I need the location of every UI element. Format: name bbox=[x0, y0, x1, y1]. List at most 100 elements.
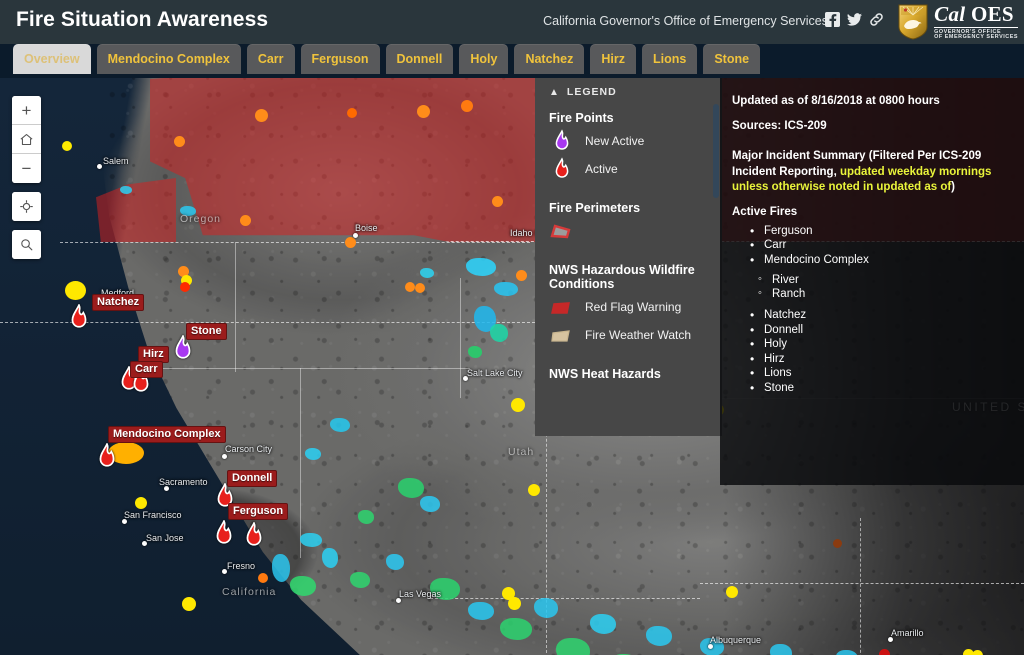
legend-item-label: Fire Weather Watch bbox=[585, 328, 691, 342]
list-item[interactable]: Ranch bbox=[758, 288, 1010, 300]
polygon-icon bbox=[549, 323, 575, 347]
mendocino-sublist: River Ranch bbox=[758, 274, 1010, 301]
tab-holy[interactable]: Holy bbox=[459, 44, 508, 74]
tab-hirz[interactable]: Hirz bbox=[590, 44, 636, 74]
city-label: Boise bbox=[355, 223, 378, 233]
city-label: Sacramento bbox=[159, 477, 208, 487]
zoom-out-button[interactable]: − bbox=[12, 154, 41, 183]
legend-item-label: Red Flag Warning bbox=[585, 300, 681, 314]
city-label: Amarillo bbox=[891, 628, 924, 638]
tab-bar: Overview Mendocino Complex Carr Ferguson… bbox=[0, 44, 1024, 78]
tab-carr[interactable]: Carr bbox=[247, 44, 295, 74]
legend-item-label: Active bbox=[585, 162, 618, 176]
list-item[interactable]: Holy bbox=[750, 338, 1010, 350]
list-item[interactable]: River bbox=[758, 274, 1010, 286]
legend-body: Fire Points New Active Active Fire Perim… bbox=[535, 111, 722, 395]
fire-icon bbox=[549, 157, 575, 181]
fire-label-natchez[interactable]: Natchez bbox=[92, 294, 144, 311]
list-item[interactable]: Stone bbox=[750, 382, 1010, 394]
state-label: California bbox=[222, 586, 276, 598]
legend-title: LEGEND bbox=[567, 86, 617, 98]
search-button[interactable] bbox=[12, 230, 41, 259]
city-label: Albuquerque bbox=[710, 635, 761, 645]
legend-item-label: New Active bbox=[585, 134, 644, 148]
list-item[interactable]: Natchez bbox=[750, 309, 1010, 321]
search-control-group bbox=[12, 230, 41, 259]
list-item[interactable]: Carr bbox=[750, 239, 1010, 251]
polygon-icon bbox=[549, 295, 575, 319]
list-item[interactable]: Ferguson bbox=[750, 225, 1010, 237]
legend-panel[interactable]: ▲ LEGEND Fire Points New Active Active F… bbox=[535, 78, 722, 436]
fire-icon-active[interactable] bbox=[241, 522, 267, 548]
city-label: San Jose bbox=[146, 533, 184, 543]
bear-shield-icon bbox=[898, 4, 928, 40]
updated-timestamp: Updated as of 8/16/2018 at 0800 hours bbox=[732, 94, 1010, 110]
list-item[interactable]: Donnell bbox=[750, 324, 1010, 336]
tab-stone[interactable]: Stone bbox=[703, 44, 760, 74]
fire-label-carr[interactable]: Carr bbox=[130, 361, 163, 378]
link-icon[interactable] bbox=[869, 12, 884, 27]
zoom-control-group: + − bbox=[12, 96, 41, 183]
active-fires-list-rest: Natchez Donnell Holy Hirz Lions Stone bbox=[750, 309, 1010, 394]
page-title: Fire Situation Awareness bbox=[16, 8, 268, 32]
polygon-icon bbox=[549, 219, 575, 243]
fire-icon-active[interactable] bbox=[66, 304, 92, 330]
city-label: Las Vegas bbox=[399, 589, 441, 599]
app-header: Fire Situation Awareness California Gove… bbox=[0, 0, 1024, 44]
city-label: San Francisco bbox=[124, 510, 182, 520]
app-root: Fire Situation Awareness California Gove… bbox=[0, 0, 1024, 655]
legend-item-fire-weather-watch[interactable]: Fire Weather Watch bbox=[549, 323, 712, 347]
fire-icon-active[interactable] bbox=[94, 443, 120, 469]
city-label: Salt Lake City bbox=[467, 368, 523, 378]
fire-label-donnell[interactable]: Donnell bbox=[227, 470, 277, 487]
legend-section-title: NWS Hazardous Wildfire Conditions bbox=[549, 263, 712, 291]
tab-lions[interactable]: Lions bbox=[642, 44, 697, 74]
fire-icon-active[interactable] bbox=[211, 520, 237, 546]
locate-button[interactable] bbox=[12, 192, 41, 221]
fire-label-ferguson[interactable]: Ferguson bbox=[228, 503, 288, 520]
legend-scrollbar[interactable] bbox=[713, 104, 719, 198]
city-label: Fresno bbox=[227, 561, 255, 571]
legend-section-title: Fire Points bbox=[549, 111, 712, 125]
logo-cal: Cal bbox=[934, 2, 965, 26]
list-item[interactable]: Mendocino Complex bbox=[750, 254, 1010, 266]
chevron-up-icon[interactable]: ▲ bbox=[549, 87, 560, 98]
cal-oes-logo: Cal OES GOVERNOR'S OFFICE OF EMERGENCY S… bbox=[898, 3, 1018, 41]
state-label: Oregon bbox=[180, 213, 221, 225]
logo-subtitle-2: OF EMERGENCY SERVICES bbox=[934, 35, 1018, 40]
active-fires-heading: Active Fires bbox=[732, 206, 1010, 218]
legend-section-title: Fire Perimeters bbox=[549, 201, 712, 215]
legend-header[interactable]: ▲ LEGEND bbox=[535, 78, 722, 104]
active-fires-list: Ferguson Carr Mendocino Complex bbox=[750, 225, 1010, 266]
fire-icon bbox=[549, 129, 575, 153]
sources-text: Sources: ICS-209 bbox=[732, 119, 1010, 135]
list-item[interactable]: Lions bbox=[750, 367, 1010, 379]
facebook-icon[interactable] bbox=[825, 12, 840, 27]
list-item[interactable]: Hirz bbox=[750, 353, 1010, 365]
city-label: Salem bbox=[103, 156, 129, 166]
home-button[interactable] bbox=[12, 125, 41, 154]
tab-mendocino-complex[interactable]: Mendocino Complex bbox=[97, 44, 241, 74]
fire-label-stone[interactable]: Stone bbox=[186, 323, 227, 340]
logo-divider bbox=[934, 27, 1018, 28]
fire-label-mendocino[interactable]: Mendocino Complex bbox=[108, 426, 226, 443]
tab-ferguson[interactable]: Ferguson bbox=[301, 44, 380, 74]
tab-overview[interactable]: Overview bbox=[13, 44, 91, 74]
map-controls: + − bbox=[12, 96, 41, 268]
twitter-icon[interactable] bbox=[847, 12, 862, 27]
zoom-in-button[interactable]: + bbox=[12, 96, 41, 125]
logo-oes: OES bbox=[971, 2, 1014, 26]
locate-control-group bbox=[12, 192, 41, 221]
social-links bbox=[825, 12, 884, 27]
tab-natchez[interactable]: Natchez bbox=[514, 44, 584, 74]
legend-item-active[interactable]: Active bbox=[549, 157, 712, 181]
legend-item-fire-perimeter[interactable] bbox=[549, 219, 712, 243]
info-panel: Updated as of 8/16/2018 at 0800 hours So… bbox=[720, 78, 1024, 485]
tab-donnell[interactable]: Donnell bbox=[386, 44, 454, 74]
legend-item-new-active[interactable]: New Active bbox=[549, 129, 712, 153]
organization-name: California Governor's Office of Emergenc… bbox=[543, 14, 828, 28]
city-label: Carson City bbox=[225, 444, 272, 454]
legend-item-red-flag-warning[interactable]: Red Flag Warning bbox=[549, 295, 712, 319]
state-label: Utah bbox=[508, 446, 534, 458]
incident-summary-plain-2: ) bbox=[951, 181, 955, 193]
